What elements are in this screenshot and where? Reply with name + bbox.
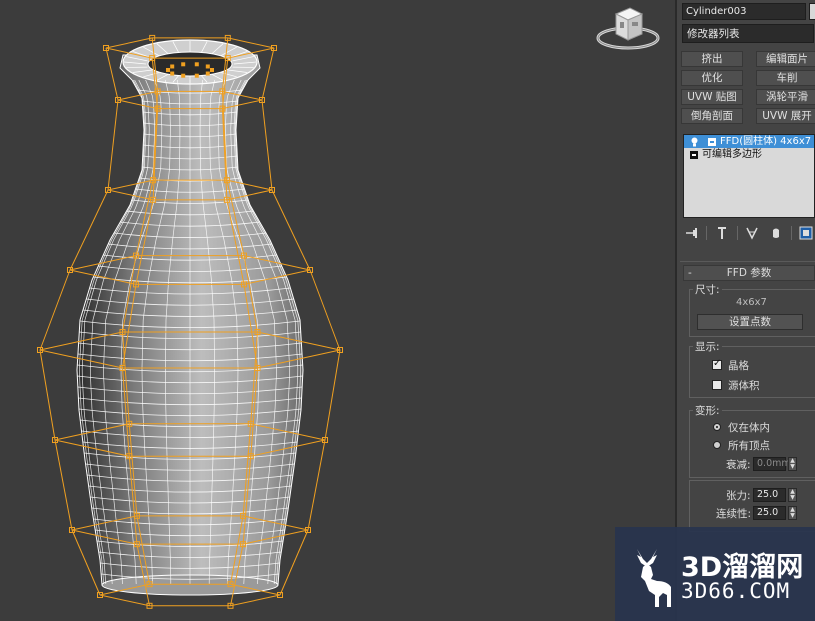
uvw-map-button[interactable]: UVW 贴图	[681, 89, 743, 105]
rollout-title: FFD 参数	[726, 267, 772, 279]
bevel-profile-button[interactable]: 倒角剖面	[681, 108, 743, 124]
deer-logo-icon	[637, 549, 671, 607]
lattice-edge	[39, 269, 71, 351]
lattice-edge	[39, 349, 56, 441]
toolbar-separator	[790, 226, 792, 240]
show-end-result-icon[interactable]	[713, 224, 730, 242]
source-volume-label: 源体积	[728, 380, 760, 392]
site-watermark: 3D溜溜网 3D66.COM	[615, 527, 815, 621]
vase-scene	[37, 34, 343, 609]
deform-label: 变形:	[693, 403, 722, 418]
continuity-spinner-arrows[interactable]: ▲ ▼	[788, 506, 797, 520]
lattice-control-point	[166, 68, 170, 72]
display-label: 显示:	[693, 339, 722, 354]
continuity-spinner[interactable]: 25.0	[753, 506, 786, 520]
only-in-volume-radio[interactable]	[713, 423, 721, 431]
tension-spinner[interactable]: 25.0	[753, 488, 786, 502]
pin-stack-icon[interactable]	[683, 224, 700, 242]
lattice-control-point	[210, 68, 214, 72]
edit-patch-button[interactable]: 编辑面片	[756, 51, 815, 67]
set-points-button[interactable]: 设置点数	[697, 314, 803, 330]
ffd-parameters-rollout: - FFD 参数 尺寸: 4x6x7 设置点数 显示: 晶格 源体积 变形: 仅…	[680, 261, 815, 532]
dimensions-value: 4x6x7	[736, 297, 767, 308]
viewcube-icon[interactable]	[596, 2, 660, 52]
collapse-icon[interactable]	[708, 137, 716, 146]
perspective-viewport[interactable]	[0, 0, 675, 621]
falloff-spinner[interactable]: 0.0mm	[753, 457, 791, 471]
remove-modifier-icon[interactable]	[767, 224, 784, 242]
falloff-label: 衰减:	[726, 459, 751, 471]
lathe-button[interactable]: 车削	[756, 70, 815, 86]
tension-spinner-arrows[interactable]: ▲ ▼	[788, 488, 797, 502]
lattice-edge	[324, 349, 341, 441]
toolbar-separator	[736, 226, 738, 240]
lattice-edge	[261, 99, 273, 191]
lattice-control-point	[181, 73, 186, 78]
stack-item-editable-poly[interactable]: 可编辑多边形	[684, 148, 814, 161]
watermark-subtitle: 3D66.COM	[681, 579, 791, 603]
all-vertices-label: 所有顶点	[728, 440, 770, 452]
optimize-button[interactable]: 优化	[681, 70, 743, 86]
lightbulb-icon[interactable]	[690, 137, 699, 147]
lattice-edge	[261, 47, 275, 101]
lattice-control-point	[194, 62, 199, 67]
stack-item-label: FFD(圆柱体) 4x6x7	[720, 136, 812, 147]
lattice-edge	[71, 529, 101, 596]
lattice-checkbox[interactable]	[712, 358, 722, 370]
extrude-button[interactable]: 挤出	[681, 51, 743, 67]
lattice-edge	[105, 47, 119, 101]
lattice-label: 晶格	[728, 360, 749, 372]
make-unique-icon[interactable]	[744, 224, 761, 242]
object-name-field[interactable]: Cylinder003	[682, 3, 806, 20]
lattice-edge	[107, 99, 119, 191]
dimensions-label: 尺寸:	[693, 282, 722, 297]
lattice-control-point	[194, 73, 199, 78]
lattice-control-point	[170, 64, 175, 69]
lattice-control-point	[205, 71, 210, 76]
lattice-edge	[307, 439, 326, 531]
lattice-edge	[309, 269, 341, 351]
lattice-control-point	[170, 71, 175, 76]
unwrap-uvw-button[interactable]: UVW 展开	[756, 108, 815, 124]
configure-modifier-sets-icon[interactable]	[798, 224, 815, 242]
turbosmooth-button[interactable]: 涡轮平滑	[756, 89, 815, 105]
stack-item-label: 可编辑多边形	[702, 149, 762, 160]
tension-label: 张力:	[726, 490, 751, 502]
collapse-icon[interactable]	[690, 150, 698, 159]
continuity-label: 连续性:	[716, 508, 752, 520]
lattice-control-point	[181, 62, 186, 67]
modifier-stack[interactable]: FFD(圆柱体) 4x6x7 可编辑多边形	[683, 134, 815, 218]
stack-item-ffd[interactable]: FFD(圆柱体) 4x6x7	[684, 135, 814, 148]
lattice-edge	[54, 439, 73, 531]
stack-toolbar	[683, 224, 815, 242]
vase-opening	[147, 51, 233, 77]
falloff-spinner-arrows[interactable]: ▲ ▼	[788, 457, 797, 471]
all-vertices-radio[interactable]	[713, 441, 721, 449]
lattice-control-point	[205, 64, 210, 69]
rollout-header[interactable]: - FFD 参数	[683, 265, 815, 281]
toolbar-separator	[706, 226, 708, 240]
object-color-swatch[interactable]	[809, 3, 815, 20]
collapse-minus-icon[interactable]: -	[688, 266, 692, 280]
lattice-edge	[279, 529, 309, 596]
modifier-list-dropdown[interactable]: 修改器列表	[682, 24, 814, 43]
source-volume-checkbox[interactable]	[712, 380, 722, 390]
only-in-volume-label: 仅在体内	[728, 422, 770, 434]
